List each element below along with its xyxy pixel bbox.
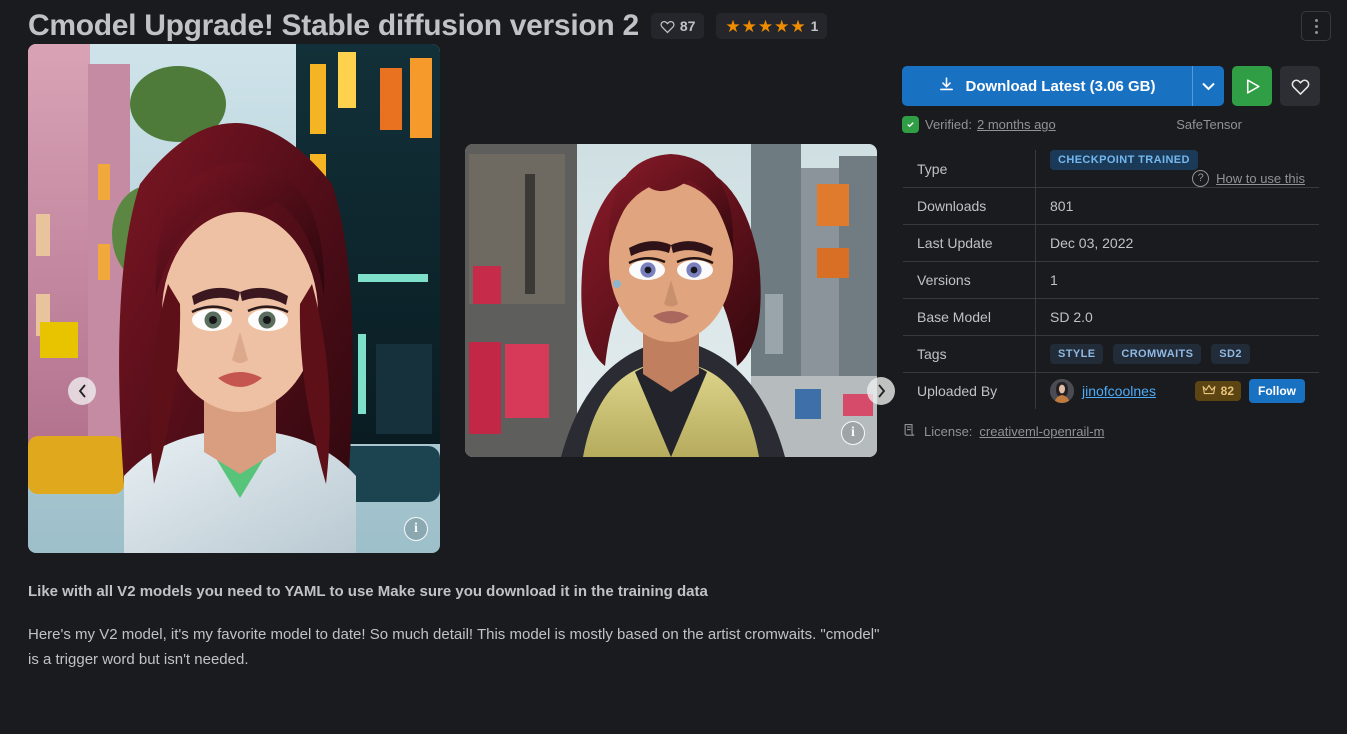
- tag-chip[interactable]: STYLE: [1050, 344, 1104, 364]
- type-badge: CHECKPOINT TRAINED: [1050, 150, 1198, 170]
- row-value-base-model: SD 2.0: [1035, 298, 1319, 336]
- download-options-button[interactable]: [1192, 66, 1224, 106]
- row-label-downloads: Downloads: [903, 187, 1036, 225]
- image-carousel: i i: [28, 44, 895, 564]
- download-button-group: Download Latest (3.06 GB): [902, 66, 1224, 106]
- image-info-icon[interactable]: i: [841, 421, 865, 445]
- heart-outline-icon: [660, 19, 675, 34]
- chevron-right-icon: [877, 384, 885, 398]
- row-label-base-model: Base Model: [903, 298, 1036, 336]
- play-icon: [1246, 78, 1260, 94]
- row-value-last-update: Dec 03, 2022: [1035, 224, 1319, 262]
- uploader-cell: jinofcoolnes 82 Follow: [1050, 379, 1305, 403]
- like-count-badge[interactable]: 87: [650, 13, 705, 39]
- avatar-image: [1050, 379, 1074, 403]
- star-icon: ★: [774, 16, 790, 36]
- page-title: Cmodel Upgrade! Stable diffusion version…: [28, 9, 639, 42]
- download-icon: [938, 76, 955, 97]
- question-circle-icon: ?: [1192, 170, 1210, 187]
- star-icon: ★: [725, 16, 741, 36]
- how-to-use-link[interactable]: How to use this: [1216, 171, 1305, 186]
- table-row-base-model: Base Model SD 2.0: [903, 298, 1319, 336]
- page-header: Cmodel Upgrade! Stable diffusion version…: [0, 0, 1347, 44]
- model-metadata-table: Type CHECKPOINT TRAINED ? How to use thi…: [902, 149, 1320, 410]
- table-row-last-update: Last Update Dec 03, 2022: [903, 224, 1319, 262]
- left-column: i i Like with all V2 models you need to …: [28, 44, 895, 672]
- star-rating: ★ ★ ★ ★ ★: [725, 18, 805, 35]
- license-row: License: creativeml-openrail-m: [902, 422, 1320, 440]
- tag-chip[interactable]: CROMWAITS: [1113, 344, 1202, 364]
- table-row-tags: Tags STYLE CROMWAITS SD2: [903, 335, 1319, 373]
- carousel-image-1[interactable]: i: [28, 44, 440, 553]
- download-actions: Download Latest (3.06 GB): [902, 66, 1320, 106]
- rating-count: 1: [810, 18, 819, 34]
- table-row-uploaded-by: Uploaded By jinofcoolnes 82 Follow: [903, 372, 1319, 409]
- favorite-button[interactable]: [1280, 66, 1320, 106]
- verification-row: Verified: 2 months ago SafeTensor: [902, 116, 1320, 133]
- row-value-uploaded-by: jinofcoolnes 82 Follow: [1035, 372, 1319, 409]
- row-value-downloads: 801: [1035, 187, 1319, 225]
- uploader-rank-value: 82: [1220, 384, 1234, 398]
- verified-label: Verified:: [925, 117, 972, 132]
- more-vertical-icon[interactable]: [1301, 11, 1331, 41]
- model-preview-image-2: [465, 144, 877, 457]
- license-label: License:: [924, 423, 973, 439]
- run-model-button[interactable]: [1232, 66, 1272, 106]
- crown-icon: [1202, 384, 1216, 398]
- row-value-tags: STYLE CROMWAITS SD2: [1035, 335, 1319, 373]
- row-label-tags: Tags: [903, 335, 1036, 373]
- description-paragraph: Here's my V2 model, it's my favorite mod…: [28, 626, 880, 668]
- download-latest-button[interactable]: Download Latest (3.06 GB): [902, 66, 1192, 106]
- table-row-type: Type CHECKPOINT TRAINED ? How to use thi…: [903, 150, 1320, 188]
- uploader-name-link[interactable]: jinofcoolnes: [1082, 383, 1156, 399]
- row-label-type: Type: [903, 150, 1036, 188]
- chevron-down-icon: [1202, 82, 1215, 90]
- star-icon: ★: [741, 16, 757, 36]
- shield-check-icon: [902, 116, 919, 133]
- download-latest-label: Download Latest (3.06 GB): [965, 77, 1156, 95]
- rating-badge[interactable]: ★ ★ ★ ★ ★ 1: [716, 13, 828, 39]
- carousel-next-button[interactable]: [867, 377, 895, 405]
- carousel-prev-button[interactable]: [68, 377, 96, 405]
- like-count: 87: [679, 18, 696, 34]
- carousel-image-2[interactable]: i: [465, 144, 877, 457]
- heart-outline-icon: [1291, 78, 1309, 95]
- verified-time-link[interactable]: 2 months ago: [977, 117, 1056, 132]
- row-label-versions: Versions: [903, 261, 1036, 299]
- row-label-last-update: Last Update: [903, 224, 1036, 262]
- image-info-icon[interactable]: i: [404, 517, 428, 541]
- model-detail-page: Cmodel Upgrade! Stable diffusion version…: [0, 0, 1347, 734]
- star-icon: ★: [790, 16, 806, 36]
- model-preview-image-1: [28, 44, 440, 553]
- uploader-rank-badge: 82: [1194, 381, 1241, 401]
- content-area: i i Like with all V2 models you need to …: [0, 44, 1347, 672]
- description-heading: Like with all V2 models you need to YAML…: [28, 583, 708, 600]
- license-link[interactable]: creativeml-openrail-m: [979, 424, 1104, 439]
- row-value-versions: 1: [1035, 261, 1319, 299]
- chevron-left-icon: [78, 384, 86, 398]
- row-label-uploaded-by: Uploaded By: [903, 372, 1036, 409]
- avatar[interactable]: [1050, 379, 1074, 403]
- model-description: Like with all V2 models you need to YAML…: [28, 564, 884, 672]
- how-to-use-link-wrap[interactable]: ? How to use this: [1192, 170, 1305, 187]
- star-icon: ★: [757, 16, 774, 36]
- license-scroll-icon: [902, 422, 917, 440]
- follow-button[interactable]: Follow: [1249, 379, 1305, 403]
- tag-chip[interactable]: SD2: [1211, 344, 1250, 364]
- row-value-type: CHECKPOINT TRAINED ? How to use this: [1036, 150, 1320, 188]
- sidebar: Download Latest (3.06 GB) Verified: 2 mo…: [902, 44, 1320, 672]
- file-format-label: SafeTensor: [1176, 117, 1242, 132]
- table-row-downloads: Downloads 801: [903, 187, 1319, 225]
- table-row-versions: Versions 1: [903, 261, 1319, 299]
